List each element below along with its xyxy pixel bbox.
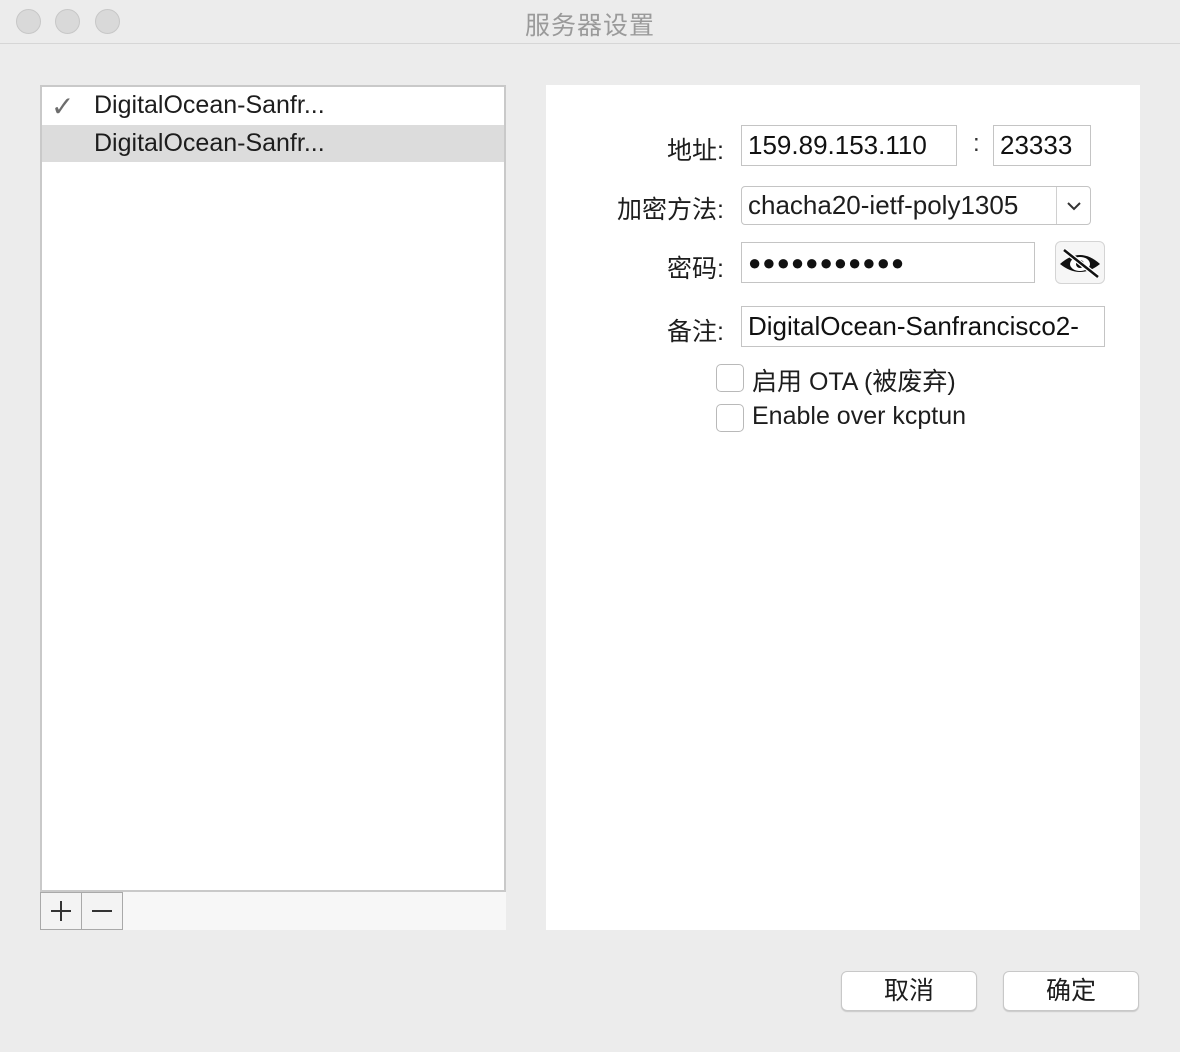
minus-icon [92,910,112,912]
address-input[interactable]: 159.89.153.110 [741,125,957,166]
ota-checkbox[interactable] [716,364,744,392]
method-select[interactable]: chacha20-ietf-poly1305 [741,186,1091,225]
toggle-password-visibility-button[interactable] [1055,241,1105,284]
port-separator: : [973,130,980,157]
server-name: DigitalOcean-Sanfr... [94,91,325,119]
server-list[interactable]: ✓ DigitalOcean-Sanfr... DigitalOcean-San… [40,85,506,892]
ota-label: 启用 OTA (被废弃) [752,368,956,396]
window-title: 服务器设置 [524,12,655,40]
chevron-down-icon [1056,187,1090,224]
method-value: chacha20-ietf-poly1305 [748,190,1019,220]
password-input[interactable]: ●●●●●●●●●●● [741,242,1035,283]
kcptun-label: Enable over kcptun [752,402,967,430]
plus-icon [51,901,71,921]
add-server-button[interactable] [40,892,82,930]
remove-server-button[interactable] [81,892,123,930]
password-label: 密码: [667,255,724,283]
remark-label: 备注: [667,318,724,346]
server-name: DigitalOcean-Sanfr... [94,129,325,157]
server-detail-panel: 地址: 159.89.153.110 : 23333 加密方法: chacha2… [546,85,1140,930]
remark-input[interactable]: DigitalOcean-Sanfrancisco2- [741,306,1105,347]
address-label: 地址: [667,137,724,165]
port-input[interactable]: 23333 [993,125,1091,166]
method-label: 加密方法: [617,196,724,224]
server-settings-window: 服务器设置 ✓ DigitalOcean-Sanfr... DigitalOce… [0,0,1180,1052]
title-bar: 服务器设置 [0,0,1180,44]
server-list-item-selected[interactable]: DigitalOcean-Sanfr... [42,125,504,162]
ok-button[interactable]: 确定 [1003,971,1139,1011]
server-list-toolbar [40,892,506,930]
eye-slash-icon [1060,247,1100,278]
kcptun-checkbox[interactable] [716,404,744,432]
server-list-item[interactable]: ✓ DigitalOcean-Sanfr... [42,87,504,124]
checkmark-icon: ✓ [51,91,75,122]
cancel-button[interactable]: 取消 [841,971,977,1011]
